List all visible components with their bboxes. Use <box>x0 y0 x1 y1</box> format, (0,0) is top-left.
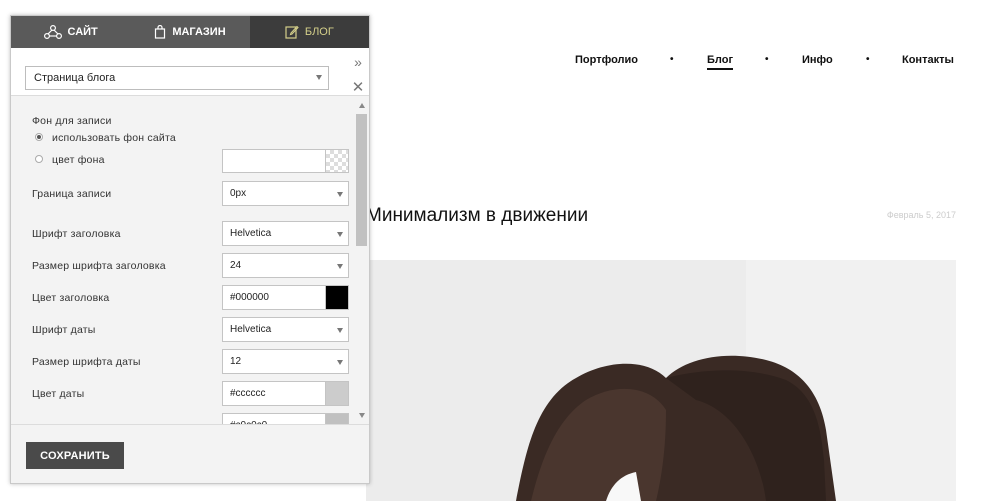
nodes-icon <box>43 25 62 39</box>
date-font-select[interactable]: Helvetica <box>222 317 349 342</box>
blog-settings-panel: САЙТ МАГАЗИН БЛОГ Страница блога » ✕ Фон… <box>10 15 370 484</box>
radio-site-background[interactable] <box>35 133 43 141</box>
title-size-select[interactable]: 24 <box>222 253 349 278</box>
nav-separator: • <box>765 54 769 65</box>
save-button[interactable]: СОХРАНИТЬ <box>26 442 124 469</box>
background-label: Фон для записи <box>32 115 112 127</box>
post-image <box>366 260 956 501</box>
tab-site-label: САЙТ <box>67 26 98 38</box>
post-photo-hair <box>366 260 956 501</box>
title-color-swatch[interactable] <box>325 286 348 309</box>
nav-link-contacts[interactable]: Контакты <box>902 54 954 66</box>
page-select[interactable]: Страница блога <box>25 66 329 90</box>
post-date: Февраль 5, 2017 <box>886 210 956 220</box>
date-font-value: Helvetica <box>230 324 272 335</box>
nav-separator: • <box>670 54 674 65</box>
title-font-label: Шрифт заголовка <box>32 228 121 240</box>
nav-link-portfolio[interactable]: Портфолио <box>575 54 638 66</box>
date-size-select[interactable]: 12 <box>222 349 349 374</box>
tab-shop-label: МАГАЗИН <box>172 26 226 38</box>
date-color-field[interactable]: #cccccc <box>222 381 349 406</box>
close-icon: ✕ <box>351 79 365 96</box>
radio-color-background[interactable] <box>35 155 43 163</box>
title-color-field[interactable]: #000000 <box>222 285 349 310</box>
title-font-select[interactable]: Helvetica <box>222 221 349 246</box>
date-size-value: 12 <box>230 356 242 367</box>
tab-site[interactable]: САЙТ <box>11 16 130 48</box>
title-font-value: Helvetica <box>230 228 272 239</box>
border-select[interactable]: 0px <box>222 181 349 206</box>
tab-shop[interactable]: МАГАЗИН <box>130 16 249 48</box>
chevron-down-icon <box>337 360 343 365</box>
edit-icon <box>285 25 299 39</box>
border-label: Граница записи <box>32 188 112 200</box>
date-color-value: #cccccc <box>230 388 266 399</box>
scroll-up-icon[interactable] <box>359 103 365 108</box>
date-color-swatch[interactable] <box>325 382 348 405</box>
nav-link-blog[interactable]: Блог <box>707 54 734 70</box>
date-color-label: Цвет даты <box>32 388 85 400</box>
tab-blog[interactable]: БЛОГ <box>249 16 369 48</box>
transparent-swatch[interactable] <box>325 150 348 172</box>
page-select-row: Страница блога <box>11 48 369 96</box>
post-title[interactable]: Минимализм в движении <box>366 205 588 227</box>
shopping-bag-icon <box>155 25 166 39</box>
page-select-value: Страница блога <box>34 72 116 84</box>
radio-color-background-label[interactable]: цвет фона <box>52 154 105 166</box>
title-size-label: Размер шрифта заголовка <box>32 260 166 272</box>
date-font-label: Шрифт даты <box>32 324 96 336</box>
next-color-swatch[interactable] <box>325 414 348 424</box>
border-value: 0px <box>230 188 247 199</box>
title-color-label: Цвет заголовка <box>32 292 110 304</box>
double-chevron-right-icon: » <box>354 54 362 70</box>
settings-list: Фон для записи использовать фон сайта цв… <box>11 97 354 424</box>
title-size-value: 24 <box>230 260 242 271</box>
scroll-thumb[interactable] <box>356 114 367 246</box>
settings-scrollbar[interactable] <box>354 97 369 424</box>
panel-footer: СОХРАНИТЬ <box>11 424 369 483</box>
next-color-field[interactable]: #c0c0c0 <box>222 413 349 424</box>
panel-tabs: САЙТ МАГАЗИН БЛОГ <box>11 16 369 48</box>
collapse-panel-button[interactable]: » <box>347 51 369 73</box>
chevron-down-icon <box>337 192 343 197</box>
scroll-down-icon[interactable] <box>359 413 365 418</box>
title-color-value: #000000 <box>230 292 269 303</box>
chevron-down-icon <box>337 264 343 269</box>
radio-site-background-label[interactable]: использовать фон сайта <box>52 132 176 144</box>
tab-blog-label: БЛОГ <box>304 26 334 38</box>
chevron-down-icon <box>337 232 343 237</box>
date-size-label: Размер шрифта даты <box>32 356 141 368</box>
nav-link-info[interactable]: Инфо <box>802 54 833 66</box>
chevron-down-icon <box>337 328 343 333</box>
close-panel-button[interactable]: ✕ <box>347 76 369 98</box>
chevron-down-icon <box>316 75 322 80</box>
background-color-field[interactable] <box>222 149 349 173</box>
nav-separator: • <box>866 54 870 65</box>
